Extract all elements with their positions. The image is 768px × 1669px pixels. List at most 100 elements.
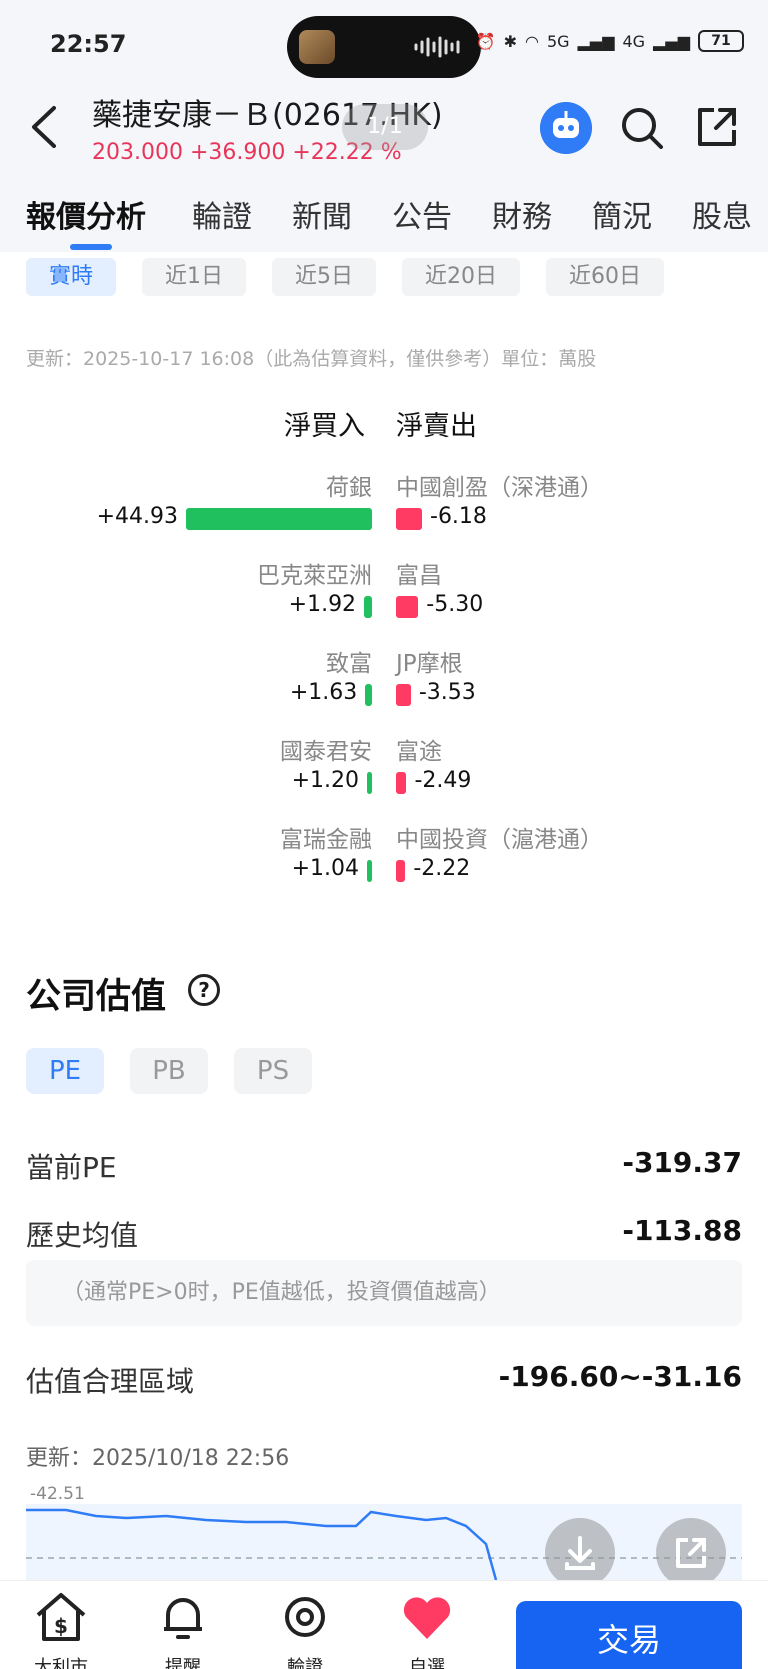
- signal-icon: ▂▄▆: [577, 31, 615, 51]
- seller-name: 中國創盈（深港通）: [396, 475, 603, 501]
- warrant-cycle-icon: [285, 1597, 325, 1637]
- alarm-icon: ⏰: [475, 31, 496, 51]
- broker-flow-card: 實時 近1日 近5日 近20日 近60日 更新：2025-10-17 16:08…: [0, 252, 768, 892]
- bluetooth-icon: ✱: [503, 31, 518, 51]
- bottom-nav: $ 大利市 提醒 輪證 自選 交易: [0, 1580, 768, 1669]
- seller-name: JP摩根: [396, 651, 463, 677]
- svg-text:$: $: [54, 1614, 68, 1638]
- signal-icon: ▂▄▆: [653, 31, 690, 51]
- buyer-value: +1.63: [289, 680, 358, 705]
- buy-bar: [186, 508, 372, 530]
- seller-name: 中國投資（滬港通）: [396, 827, 603, 853]
- tab-profile[interactable]: 簡況: [592, 192, 652, 236]
- buyer-name: 巴克萊亞洲: [257, 563, 372, 589]
- buy-bar: [364, 596, 372, 618]
- media-thumbnail: [299, 30, 335, 64]
- net-sell-header: 淨賣出: [396, 411, 477, 442]
- period-60d[interactable]: 近60日: [546, 258, 664, 296]
- nav-alerts-label: 提醒: [165, 1657, 201, 1669]
- buyer-value: +1.20: [291, 768, 359, 793]
- valuation-tab-pe[interactable]: PE: [26, 1048, 104, 1094]
- external-link-icon: [676, 1538, 706, 1568]
- seller-value: -3.53: [418, 680, 476, 705]
- ai-assistant-robot-icon[interactable]: [540, 102, 592, 154]
- period-20d[interactable]: 近20日: [402, 258, 520, 296]
- fair-range-value: -196.60~-31.16: [498, 1360, 742, 1393]
- tab-quote-analysis[interactable]: 報價分析: [26, 192, 146, 236]
- home-dollar-icon: $: [36, 1593, 86, 1641]
- network-4g-label: 4G: [622, 31, 646, 51]
- tab-dividends[interactable]: 股息: [692, 192, 752, 236]
- buyer-value: +44.93: [96, 504, 178, 529]
- pe-history-chart: [26, 1504, 742, 1580]
- seller-value: -5.30: [426, 592, 484, 617]
- buyer-name: 荷銀: [326, 475, 372, 501]
- seller-value: -2.22: [413, 856, 471, 881]
- clock: 22:57: [50, 30, 127, 58]
- system-icons: ⏰ ✱ ◠ 5G ▂▄▆ 4G ▂▄▆ 71: [476, 30, 744, 52]
- active-tab-indicator: [70, 244, 112, 250]
- nav-watchlist[interactable]: 自選: [392, 1589, 462, 1669]
- stock-header: 藥捷安康－Ｂ(02617.HK) 203.000 +36.900 +22.22 …: [0, 90, 768, 170]
- audio-wave-icon: [414, 36, 460, 58]
- nav-market[interactable]: $ 大利市: [26, 1589, 96, 1669]
- heart-icon: [403, 1597, 451, 1639]
- back-arrow-icon[interactable]: [26, 102, 66, 152]
- seller-name: 富昌: [396, 563, 442, 589]
- tab-financials[interactable]: 財務: [492, 192, 552, 236]
- search-icon[interactable]: [618, 104, 666, 152]
- page-indicator: 1/1: [342, 104, 428, 150]
- valuation-title: 公司估值: [26, 977, 167, 1017]
- status-bar: 22:57 ⏰ ✱ ◠ 5G ▂▄▆ 4G ▂▄▆ 71: [0, 0, 768, 90]
- buyer-value: +1.04: [291, 856, 359, 881]
- period-5d[interactable]: 近5日: [272, 258, 376, 296]
- network-5g-label: 5G: [547, 31, 570, 51]
- nav-market-label: 大利市: [34, 1657, 88, 1669]
- sell-bar: [396, 684, 411, 706]
- sell-bar: [396, 596, 419, 618]
- external-link-button[interactable]: [656, 1518, 726, 1588]
- help-icon[interactable]: ?: [188, 974, 220, 1006]
- valuation-tab-ps[interactable]: PS: [234, 1048, 312, 1094]
- buyer-value: +1.92: [288, 592, 357, 617]
- dynamic-island[interactable]: [287, 16, 481, 78]
- trade-button[interactable]: 交易: [516, 1601, 742, 1669]
- sell-bar: [396, 860, 406, 882]
- current-pe-label: 當前PE: [26, 1151, 117, 1184]
- sell-bar: [396, 508, 422, 530]
- download-icon: [565, 1536, 595, 1570]
- nav-warrants[interactable]: 輪證: [270, 1589, 340, 1669]
- buy-bar: [367, 772, 372, 794]
- period-realtime[interactable]: 實時: [26, 258, 116, 296]
- section-tabs: 報價分析 輪證 新聞 公告 財務 簡況 股息: [0, 170, 768, 252]
- buyer-name: 富瑞金融: [280, 827, 372, 853]
- battery-icon: 71: [698, 30, 744, 52]
- buyer-name: 國泰君安: [280, 739, 372, 765]
- nav-watchlist-label: 自選: [409, 1657, 445, 1669]
- update-note: 更新：2025-10-17 16:08（此為估算資料，僅供參考）單位：萬股: [26, 348, 597, 370]
- share-icon[interactable]: [694, 104, 740, 150]
- chart-update-time: 更新：2025/10/18 22:56: [26, 1446, 290, 1471]
- seller-value: -2.49: [414, 768, 472, 793]
- buyer-name: 致富: [326, 651, 372, 677]
- period-1d[interactable]: 近1日: [142, 258, 246, 296]
- net-buy-header: 淨買入: [284, 411, 365, 442]
- fair-range-label: 估值合理區域: [26, 1365, 195, 1398]
- seller-name: 富途: [396, 739, 442, 765]
- historical-avg-label: 歷史均值: [26, 1219, 139, 1252]
- wifi-icon: ◠: [525, 31, 539, 51]
- chart-top-label: -42.51: [30, 1484, 85, 1504]
- tab-announcements[interactable]: 公告: [392, 192, 452, 236]
- tab-warrants[interactable]: 輪證: [192, 192, 252, 236]
- buy-bar: [365, 684, 372, 706]
- nav-warrants-label: 輪證: [287, 1657, 323, 1669]
- valuation-tab-pb[interactable]: PB: [130, 1048, 208, 1094]
- download-button[interactable]: [545, 1518, 615, 1588]
- historical-avg-value: -113.88: [622, 1214, 742, 1247]
- tab-news[interactable]: 新聞: [292, 192, 352, 236]
- current-pe-value: -319.37: [622, 1146, 742, 1179]
- buy-bar: [367, 860, 372, 882]
- nav-alerts[interactable]: 提醒: [148, 1589, 218, 1669]
- bell-icon: [164, 1598, 202, 1639]
- seller-value: -6.18: [430, 504, 487, 529]
